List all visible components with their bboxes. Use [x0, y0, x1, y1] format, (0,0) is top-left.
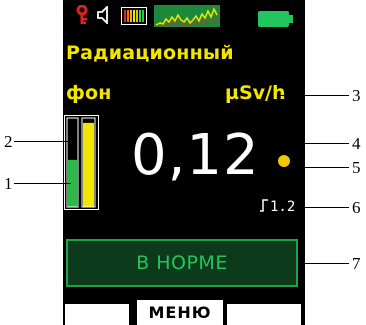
callout-line-6 — [298, 207, 349, 208]
callout-7: 7 — [352, 254, 361, 273]
title-line2: фон — [66, 82, 112, 104]
threshold-indicator: 1.2 — [259, 198, 295, 216]
callout-4: 4 — [352, 134, 361, 153]
callout-1: 1 — [4, 174, 13, 193]
signal-bars-icon — [121, 7, 147, 30]
callout-6: 6 — [352, 198, 361, 217]
softkey-left[interactable] — [65, 304, 129, 325]
spectrum-graph-icon[interactable] — [154, 5, 220, 32]
callout-line-3 — [277, 95, 349, 96]
callout-line-5 — [283, 167, 349, 168]
activity-dot-icon — [278, 155, 290, 167]
threshold-step-icon — [259, 198, 269, 216]
key-icon — [75, 4, 89, 30]
device-screen: Радиационный фон µSv/h 0,12 1.2 В НОРМЕ … — [63, 0, 305, 325]
title-line1: Радиационный — [66, 42, 234, 64]
yellow-level-bar — [83, 122, 94, 207]
callout-5: 5 — [352, 158, 361, 177]
dose-rate-value: 0,12 — [131, 123, 260, 188]
status-label: В НОРМЕ — [136, 252, 228, 274]
menu-button[interactable]: МЕНЮ — [137, 300, 223, 325]
callout-line-2 — [14, 141, 71, 142]
callout-line-4 — [255, 143, 349, 144]
battery-icon — [258, 10, 294, 33]
callout-3: 3 — [352, 86, 361, 105]
callout-2: 2 — [4, 132, 13, 151]
softkey-right[interactable] — [227, 304, 301, 325]
status-panel: В НОРМЕ — [66, 239, 298, 287]
callout-line-7 — [300, 263, 349, 264]
speaker-icon[interactable] — [96, 4, 112, 29]
level-bar-indicator — [64, 115, 99, 210]
unit-label: µSv/h — [225, 82, 286, 104]
callout-line-1 — [14, 183, 71, 184]
threshold-value: 1.2 — [270, 199, 296, 215]
